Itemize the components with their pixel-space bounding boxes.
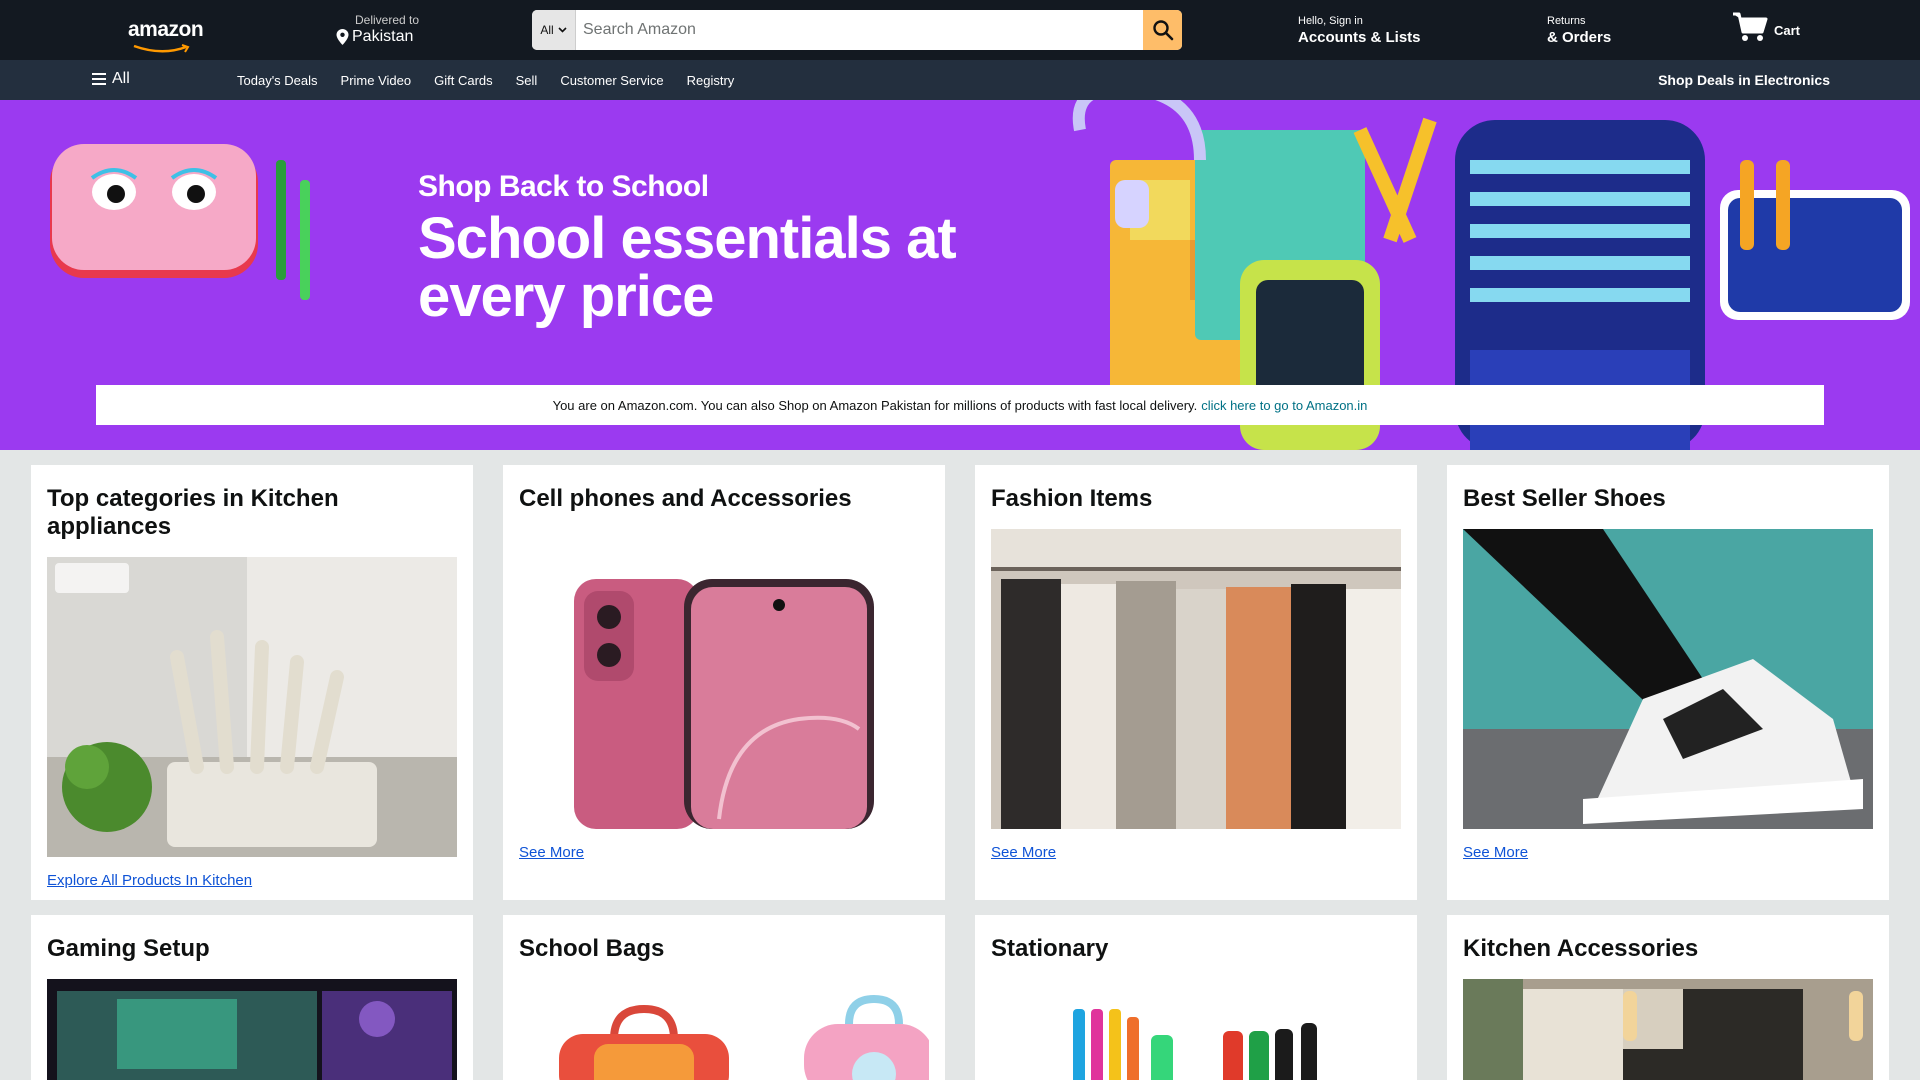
logo-text: amazon: [128, 18, 204, 41]
chevron-down-icon: [558, 27, 567, 33]
explore-kitchen-link[interactable]: Explore All Products In Kitchen: [47, 872, 252, 889]
hero-title: School essentials at every price: [418, 206, 957, 329]
school-bags-illustration: [519, 979, 929, 1080]
top-header: amazon Delivered to Pakistan All Search …: [0, 0, 1920, 60]
card-title: Cell phones and Accessories: [519, 485, 852, 512]
see-more-cell-phones-link[interactable]: See More: [519, 844, 584, 861]
phone-illustration: [519, 529, 929, 829]
kitchen-utensils-illustration: [47, 557, 457, 857]
deliver-to[interactable]: Delivered to Pakistan: [336, 13, 420, 46]
shoe-illustration: [1463, 529, 1873, 829]
nav-link-sell[interactable]: Sell: [516, 73, 538, 88]
nav-all-menu[interactable]: All: [92, 70, 130, 88]
returns-label: Returns: [1547, 15, 1586, 27]
kitchen-accessories-image[interactable]: [1463, 979, 1873, 1080]
cell-phones-image[interactable]: [519, 529, 929, 829]
school-bags-image[interactable]: [519, 979, 929, 1080]
region-notice-link[interactable]: click here to go to Amazon.in: [1201, 398, 1367, 413]
orders-label: & Orders: [1547, 29, 1612, 46]
cart-label: Cart: [1774, 22, 1801, 38]
card-title: Fashion Items: [991, 485, 1153, 512]
account-lists[interactable]: Hello, Sign in Accounts & Lists: [1298, 15, 1421, 46]
nav-all-label: All: [112, 70, 130, 87]
card-title: Stationary: [991, 935, 1109, 962]
gaming-monitor-illustration: [47, 979, 457, 1080]
search-category-label: All: [540, 23, 554, 37]
see-more-shoes-link[interactable]: See More: [1463, 844, 1528, 861]
card-stationary: Stationary: [975, 915, 1417, 1080]
gaming-setup-image[interactable]: [47, 979, 457, 1080]
cart-button[interactable]: Cart: [1732, 11, 1800, 43]
card-cell-phones: Cell phones and Accessories See More: [503, 465, 945, 900]
card-gaming-setup: Gaming Setup: [31, 915, 473, 1080]
deliver-label: Delivered to: [355, 13, 420, 27]
location-pin-icon: [336, 29, 349, 45]
logo-smile-icon: [133, 44, 190, 53]
stationary-image[interactable]: [991, 979, 1401, 1080]
search-icon: [1152, 20, 1173, 41]
pencil-case-image: [50, 144, 310, 300]
card-best-seller-shoes: Best Seller Shoes See More: [1447, 465, 1889, 900]
amazon-logo[interactable]: amazon: [128, 18, 204, 54]
region-notice-text: You are on Amazon.com. You can also Shop…: [552, 397, 1198, 413]
card-title: Kitchen Accessories: [1463, 935, 1699, 962]
nav-bar: All Today's Deals Prime Video Gift Cards…: [0, 60, 1920, 100]
card-title: Top categories in Kitchen appliances: [47, 485, 339, 540]
card-school-bags: School Bags: [503, 915, 945, 1080]
card-kitchen-accessories: Kitchen Accessories: [1447, 915, 1889, 1080]
kitchen-appliances-image[interactable]: [47, 557, 457, 857]
nav-link-prime-video[interactable]: Prime Video: [341, 73, 412, 88]
kitchen-interior-illustration: [1463, 979, 1873, 1080]
pens-illustration: [991, 979, 1401, 1080]
search-button[interactable]: [1143, 10, 1182, 50]
clothes-rack-illustration: [991, 529, 1401, 829]
deliver-location-row: Pakistan: [336, 28, 420, 46]
nav-link-customer-service[interactable]: Customer Service: [560, 73, 663, 88]
hero-banner[interactable]: Shop Back to School School essentials at…: [0, 100, 1920, 450]
returns-orders[interactable]: Returns & Orders: [1547, 15, 1611, 46]
cart-icon: [1733, 12, 1768, 41]
nav-link-gift-cards[interactable]: Gift Cards: [434, 73, 493, 88]
region-notice: You are on Amazon.com. You can also Shop…: [96, 385, 1824, 425]
hamburger-menu-icon: [92, 73, 106, 85]
card-kitchen-appliances: Top categories in Kitchen appliances Exp…: [31, 465, 473, 900]
nav-link-registry[interactable]: Registry: [687, 73, 735, 88]
search-input[interactable]: [576, 10, 1143, 50]
fashion-items-image[interactable]: [991, 529, 1401, 829]
card-title: School Bags: [519, 935, 665, 962]
card-fashion-items: Fashion Items See More: [975, 465, 1417, 900]
nav-links: Today's Deals Prime Video Gift Cards Sel…: [237, 73, 734, 88]
nav-link-shop-deals-electronics[interactable]: Shop Deals in Electronics: [1658, 72, 1830, 88]
best-seller-shoes-image[interactable]: [1463, 529, 1873, 829]
account-label: Accounts & Lists: [1298, 29, 1421, 46]
search-category-select[interactable]: All: [532, 10, 576, 50]
account-greeting: Hello, Sign in: [1298, 15, 1363, 27]
deliver-location: Pakistan: [352, 28, 414, 45]
card-title: Best Seller Shoes: [1463, 485, 1666, 512]
nav-link-todays-deals[interactable]: Today's Deals: [237, 73, 318, 88]
see-more-fashion-link[interactable]: See More: [991, 844, 1056, 861]
search-bar: All: [532, 10, 1182, 50]
card-title: Gaming Setup: [47, 935, 210, 962]
hero-eyebrow: Shop Back to School: [418, 170, 709, 203]
